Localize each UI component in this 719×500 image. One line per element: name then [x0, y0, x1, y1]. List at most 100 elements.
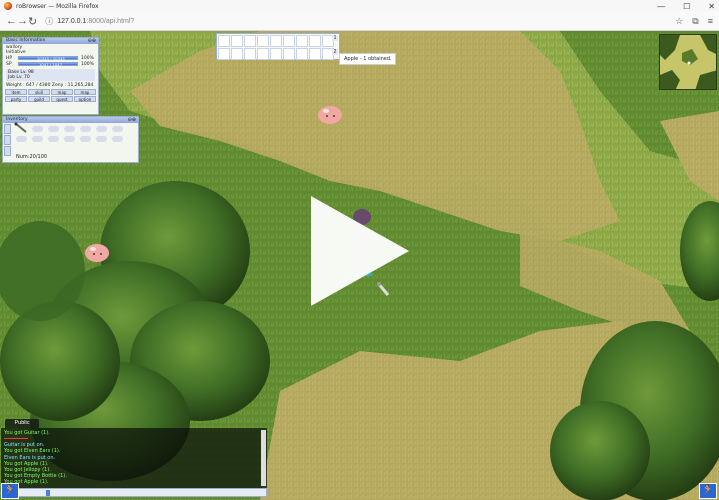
- hotkey-grid: [217, 34, 339, 61]
- inventory-tabs: [4, 124, 11, 156]
- basic-info-menu: item skill map map party guild quest opt…: [3, 88, 98, 103]
- hotkey-slot[interactable]: [283, 35, 295, 47]
- maximize-icon[interactable]: ☐: [683, 2, 690, 11]
- minimize-icon[interactable]: —: [657, 2, 665, 11]
- extensions-icon[interactable]: ⧉: [692, 16, 698, 27]
- hotkey-slot[interactable]: [244, 48, 256, 60]
- menu-button-map[interactable]: map: [51, 89, 73, 95]
- menu-button-item[interactable]: item: [5, 89, 27, 95]
- run-icon-right[interactable]: 🏃: [699, 483, 717, 499]
- bookmark-star-icon[interactable]: ☆: [675, 16, 683, 27]
- menu-button-party[interactable]: party: [5, 96, 27, 102]
- weight-zeny: Weight : 647 / 4380 Zeny : 11,265,284: [6, 83, 94, 88]
- chat-scrollbar[interactable]: [261, 430, 266, 486]
- hp-percent: 100%: [81, 55, 94, 61]
- chat-log: You got Guitar (1). Guitar is put on. Yo…: [1, 428, 267, 488]
- poring-monster-2[interactable]: [85, 244, 109, 262]
- sp-label: SP: [6, 61, 12, 67]
- menu-button-map-2[interactable]: map: [74, 89, 96, 95]
- menu-button-guild[interactable]: guild: [28, 96, 50, 102]
- menu-icon[interactable]: ≡: [708, 16, 713, 27]
- hotkey-slot[interactable]: [218, 48, 230, 60]
- job-level: Job Lv. 70: [8, 75, 30, 80]
- hotkey-slot[interactable]: [231, 48, 243, 60]
- back-icon[interactable]: ←: [6, 15, 17, 27]
- basic-info-window[interactable]: Basic Information ⊖⊕ wallory Initiative …: [2, 37, 99, 115]
- hotkey-slot[interactable]: [270, 48, 282, 60]
- level-box: Base Lv. 98 Job Lv. 70: [6, 69, 95, 81]
- forward-icon[interactable]: →: [17, 15, 28, 27]
- menu-button-skill[interactable]: skill: [28, 89, 50, 95]
- inventory-slot[interactable]: [32, 126, 43, 132]
- page-info-icon[interactable]: ⓘ: [45, 16, 53, 27]
- url-bar[interactable]: ⓘ 127.0.0.1 :8000/api.html?: [41, 14, 671, 28]
- inventory-slot[interactable]: [48, 126, 59, 132]
- run-icon-left[interactable]: 🏃: [1, 483, 19, 499]
- window-title: roBrowser — Mozilla Firefox: [16, 2, 99, 10]
- sp-percent: 100%: [81, 61, 94, 67]
- hotkey-slot[interactable]: [231, 35, 243, 47]
- menu-button-quest[interactable]: quest: [51, 96, 73, 102]
- inventory-slot[interactable]: [112, 136, 123, 142]
- hp-row: HP 10345 / 10345 100%: [3, 55, 98, 62]
- hotkey-slot[interactable]: [296, 35, 308, 47]
- window-titlebar: roBrowser — Mozilla Firefox — ☐ ✕: [0, 0, 719, 12]
- url-host: 127.0.0.1: [57, 17, 87, 25]
- hp-label: HP: [6, 55, 13, 61]
- inventory-slot[interactable]: [32, 136, 43, 142]
- inventory-slot[interactable]: [96, 126, 107, 132]
- sp-row: SP 1047 / 1047 100%: [3, 61, 98, 68]
- hotkey-row-1[interactable]: 1: [332, 35, 338, 41]
- chat-input[interactable]: [1, 488, 267, 497]
- inventory-window[interactable]: Inventory ⊖⊕ Num:20/100: [2, 116, 139, 163]
- hotkey-bar[interactable]: 1 2: [216, 33, 340, 60]
- inventory-slot[interactable]: [64, 126, 75, 132]
- inventory-slot[interactable]: [96, 136, 107, 142]
- chat-window[interactable]: Public You got Guitar (1). Guitar is put…: [1, 419, 267, 497]
- url-path: :8000/api.html?: [86, 17, 135, 25]
- hotkey-slot[interactable]: [257, 48, 269, 60]
- chat-line: You got Apple (1).: [4, 479, 49, 486]
- game-viewport[interactable]: Basic Information ⊖⊕ wallory Initiative …: [0, 31, 719, 500]
- item-obtained-notification: Apple - 1 obtained.: [339, 53, 396, 65]
- hotkey-slot[interactable]: [296, 48, 308, 60]
- basic-info-header[interactable]: Basic Information ⊖⊕: [3, 38, 98, 44]
- inventory-tab-item[interactable]: [4, 124, 11, 134]
- hotkey-slot[interactable]: [244, 35, 256, 47]
- hotkey-slot[interactable]: [309, 48, 321, 60]
- play-button-icon[interactable]: [311, 196, 409, 306]
- inventory-slot[interactable]: [112, 126, 123, 132]
- inventory-count: Num:20/100: [16, 154, 48, 160]
- hotkey-slot[interactable]: [309, 35, 321, 47]
- inventory-slot[interactable]: [48, 136, 59, 142]
- chat-size-slider[interactable]: [46, 490, 50, 496]
- minimap[interactable]: [659, 34, 717, 90]
- navigation-bar: ← → ↻ ⓘ 127.0.0.1 :8000/api.html? ☆ ⧉ ≡: [0, 12, 719, 31]
- inventory-tab-equip[interactable]: [4, 135, 11, 145]
- inventory-slot[interactable]: [80, 126, 91, 132]
- close-icon[interactable]: ⊖⊕: [128, 117, 136, 123]
- hp-value: 10345 / 10345: [37, 56, 65, 61]
- inventory-slot-sword[interactable]: [14, 122, 27, 133]
- chat-tab-public[interactable]: Public: [5, 419, 39, 428]
- minimap-image: [660, 35, 716, 89]
- inventory-grid: [14, 122, 123, 142]
- hotkey-slot[interactable]: [270, 35, 282, 47]
- basic-info-title: Basic Information: [6, 38, 46, 43]
- close-icon[interactable]: ✕: [708, 2, 715, 11]
- hotkey-slot[interactable]: [257, 35, 269, 47]
- inventory-slot[interactable]: [80, 136, 91, 142]
- menu-button-option[interactable]: option: [74, 96, 96, 102]
- hotkey-row-2[interactable]: 2: [332, 49, 338, 55]
- inventory-slot[interactable]: [16, 136, 27, 142]
- window-controls: — ☐ ✕: [657, 0, 715, 12]
- sp-bar: 1047 / 1047: [18, 62, 78, 67]
- inventory-slot[interactable]: [64, 136, 75, 142]
- poring-monster-1[interactable]: [318, 106, 342, 124]
- reload-icon[interactable]: ↻: [28, 15, 37, 28]
- hotkey-slot[interactable]: [283, 48, 295, 60]
- hotkey-slot[interactable]: [218, 35, 230, 47]
- hp-bar: 10345 / 10345: [18, 56, 78, 61]
- inventory-tab-etc[interactable]: [4, 146, 11, 156]
- close-icon[interactable]: ⊖⊕: [88, 38, 96, 44]
